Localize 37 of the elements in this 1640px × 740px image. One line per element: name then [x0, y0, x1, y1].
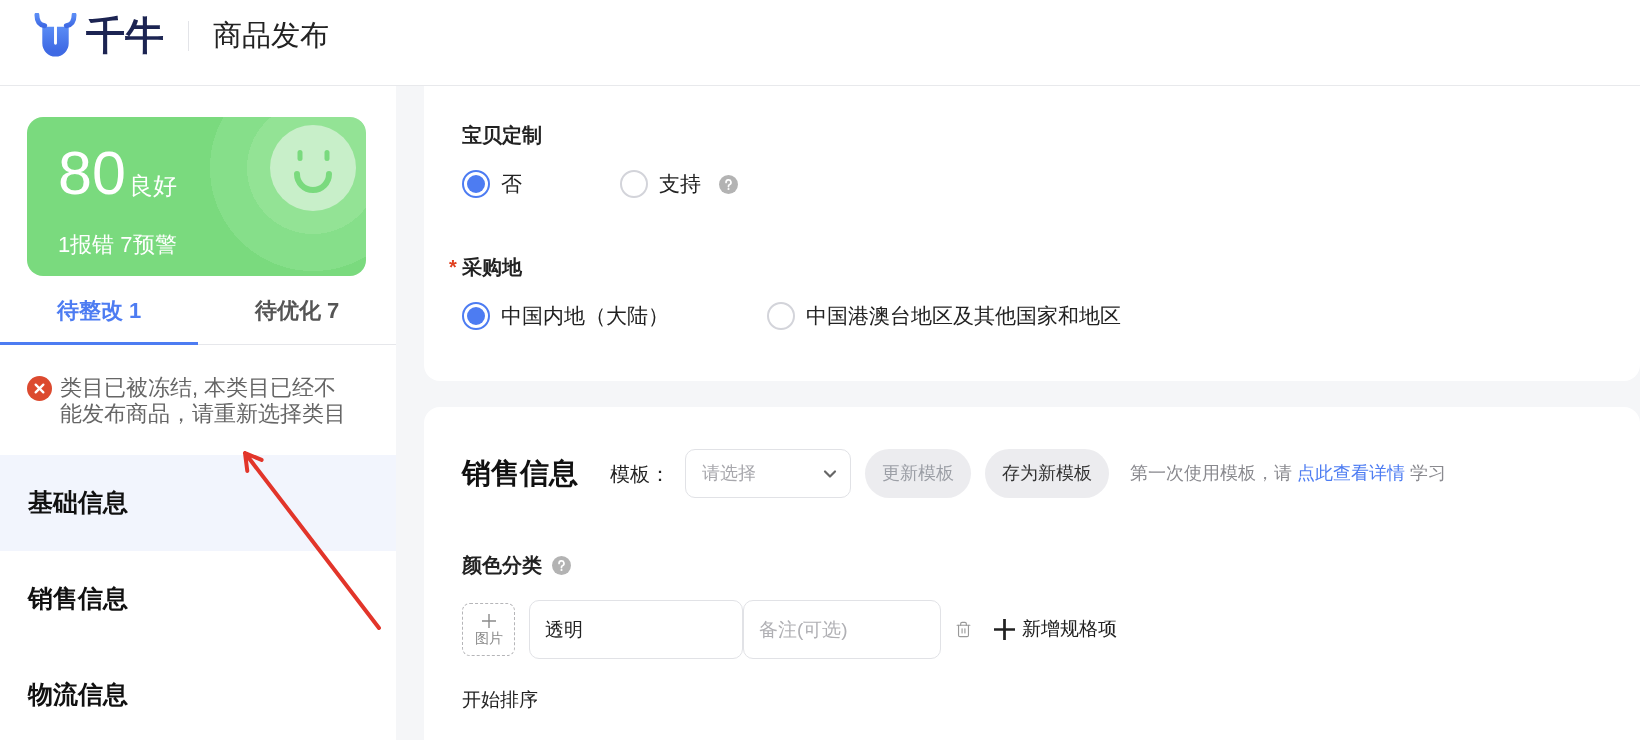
radio-button[interactable] — [462, 302, 490, 330]
score-summary: 1报错 7预警 — [58, 234, 178, 256]
help-icon[interactable] — [552, 555, 571, 575]
field-label: 采购地 — [462, 255, 522, 280]
note-input[interactable]: 备注(可选) — [743, 600, 941, 659]
template-label: 模板： — [610, 463, 670, 484]
plus-icon — [994, 619, 1015, 640]
radio-label[interactable]: 中国港澳台地区及其他国家和地区 — [806, 302, 1121, 330]
image-upload-button[interactable]: 图片 — [462, 603, 515, 656]
issue-tab[interactable]: 待整改 1 — [0, 276, 198, 345]
radio-label[interactable]: 中国内地（大陆） — [501, 302, 669, 330]
logo-text: 千牛 — [86, 16, 164, 55]
radio-label[interactable]: 否 — [501, 170, 522, 198]
add-spec-button[interactable]: 新增规格项 — [994, 615, 1117, 644]
page-title: 商品发布 — [213, 21, 329, 50]
plus-icon — [481, 614, 496, 628]
issue-message: 类目已被冻结, 本类目已经不能发布商品，请重新选择类目 — [60, 375, 347, 427]
radio-label[interactable]: 支持 — [659, 170, 701, 198]
section-title: 销售信息 — [462, 459, 578, 488]
cow-logo-icon — [33, 13, 78, 58]
color-name-input[interactable]: 透明 — [529, 600, 743, 659]
trash-icon[interactable] — [955, 621, 972, 638]
score-value: 80 — [58, 143, 126, 204]
template-hint: 第一次使用模板，请 点此查看详情 学习 — [1130, 462, 1447, 485]
help-icon[interactable] — [719, 174, 738, 194]
sidebar-nav-item[interactable]: 基础信息 — [0, 455, 396, 551]
smiley-face-icon — [270, 125, 356, 211]
radio-button[interactable] — [462, 170, 490, 198]
required-mark: * — [449, 255, 458, 280]
score-grade: 良好 — [128, 174, 177, 198]
template-button[interactable]: 存为新模板 — [985, 449, 1109, 498]
sort-label[interactable]: 开始排序 — [462, 687, 538, 713]
field-label: 颜色分类 — [462, 553, 542, 578]
error-icon — [27, 376, 52, 401]
issue-tab[interactable]: 待优化 7 — [198, 276, 396, 345]
details-link[interactable]: 点此查看详情 — [1297, 463, 1405, 483]
field-label: 宝贝定制 — [462, 123, 542, 148]
